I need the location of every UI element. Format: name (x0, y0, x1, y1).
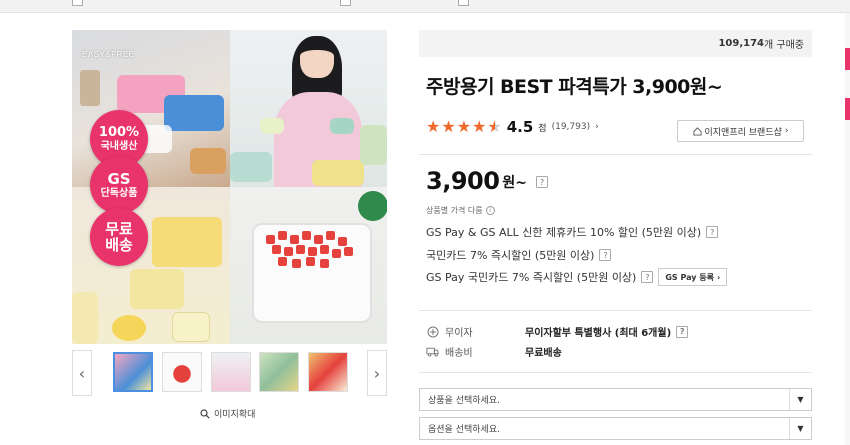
brand-logo-text: EASY&FREE (82, 50, 135, 59)
price-help-icon[interactable]: ? (536, 176, 549, 188)
discount-row: GS Pay 국민카드 7% 즉시할인 (5만원 이상) ? GS Pay 등록… (426, 268, 728, 286)
star-icon: ★ (472, 117, 487, 136)
badge-small-text: 무료 배송 (105, 219, 133, 254)
discount-row: GS Pay & GS ALL 신한 제휴카드 10% 할인 (5만원 이상) … (426, 224, 719, 240)
badge-free-shipping: 무료 배송 (90, 208, 148, 266)
rating-stars: ★ ★ ★ ★ ★ (426, 119, 502, 135)
chevron-right-icon: › (717, 272, 721, 282)
badge-exclusive: GS 단독상품 (90, 156, 148, 214)
shipping-row: 배송비 무료배송 (426, 344, 562, 359)
product-title: 주방용기 BEST 파격특가 3,900원~ (426, 76, 723, 98)
divider (419, 154, 812, 155)
price-row: 3,900 원~ ? (426, 167, 549, 195)
image-quadrant-watermelon (230, 187, 387, 344)
badge-small-text: 국내생산 (100, 140, 138, 152)
rating-row[interactable]: ★ ★ ★ ★ ★ 4.5 점 (19,793) › (426, 118, 599, 136)
chevron-left-icon: ‹ (78, 363, 86, 383)
buyers-suffix: 개 구매중 (764, 40, 804, 51)
price-note-text: 상품별 가격 다름 (426, 206, 483, 215)
checkbox[interactable] (458, 0, 469, 6)
product-select[interactable]: 상품을 선택하세요. ▼ (419, 388, 812, 411)
buyers-bar: 109,174 개 구매중 (419, 30, 812, 57)
zoom-button[interactable]: 이미지확대 (200, 407, 255, 420)
discount-text: GS Pay & GS ALL 신한 제휴카드 10% 할인 (5만원 이상) (426, 226, 702, 239)
discount-text: GS Pay 국민카드 7% 즉시할인 (5만원 이상) (426, 271, 637, 284)
star-icon: ★ (426, 117, 441, 136)
buyers-count: 109,174 (718, 38, 765, 49)
checkbox[interactable] (340, 0, 351, 6)
help-icon[interactable]: ? (706, 226, 719, 238)
review-count[interactable]: (19,793) (552, 122, 591, 132)
chevron-right-icon: › (373, 363, 381, 383)
rating-unit: 점 (538, 123, 547, 134)
caret-down-icon: ▼ (789, 418, 811, 439)
top-strip (0, 0, 850, 13)
help-icon[interactable]: ? (599, 249, 612, 261)
thumbnail-strip: ‹ › (72, 349, 387, 397)
thumbnail-5[interactable] (308, 352, 348, 392)
badge-big-text: GS (107, 170, 131, 189)
gspay-register-label: GS Pay 등록 (665, 272, 714, 282)
product-select-placeholder: 상품을 선택하세요. (428, 396, 500, 406)
option-select[interactable]: 옵션을 선택하세요. ▼ (419, 417, 812, 440)
thumbnail-4[interactable] (259, 352, 299, 392)
home-icon (692, 126, 702, 136)
price-note: 상품별 가격 다름 i (426, 205, 495, 216)
star-icon: ★ (441, 117, 456, 136)
shipping-label: 배송비 (445, 348, 473, 359)
brand-shop-label: 이지앤프리 브랜드샵 (704, 127, 782, 138)
side-accent (845, 48, 850, 70)
rating-score: 4.5 (506, 118, 534, 136)
gspay-register-button[interactable]: GS Pay 등록 › (658, 268, 728, 286)
price-value: 3,900 (426, 167, 500, 195)
plus-circle-icon (426, 325, 439, 338)
image-quadrant-model (230, 30, 387, 187)
installment-value: 무이자할부 특별행사 (최대 6개월) ? (525, 324, 689, 339)
brand-shop-button[interactable]: 이지앤프리 브랜드샵 › (677, 120, 804, 142)
info-icon[interactable]: i (485, 206, 495, 215)
thumbnail-prev-button[interactable]: ‹ (72, 350, 92, 396)
help-icon[interactable]: ? (676, 325, 689, 338)
caret-down-icon: ▼ (789, 389, 811, 410)
magnifier-icon (200, 408, 210, 419)
thumbnail-2[interactable] (162, 352, 202, 392)
shipping-value: 무료배송 (525, 348, 562, 359)
chevron-right-icon: › (784, 126, 789, 136)
truck-icon (426, 345, 439, 358)
option-select-placeholder: 옵션을 선택하세요. (428, 425, 500, 435)
price-unit: 원~ (502, 175, 528, 191)
star-icon: ★ (456, 117, 472, 136)
badge-big-text: 100% (98, 125, 140, 141)
checkbox[interactable] (72, 0, 83, 6)
half-star-icon: ★ (487, 117, 502, 136)
discount-row: 국민카드 7% 즉시할인 (5만원 이상) ? (426, 247, 612, 263)
main-product-image[interactable]: EASY&FREE 100% 국내생산 GS 단독상품 무료 배송 (72, 30, 387, 344)
installment-row: 무이자 무이자할부 특별행사 (최대 6개월) ? (426, 324, 689, 339)
chevron-right-icon: › (595, 122, 599, 132)
thumbnail-1[interactable] (113, 352, 153, 392)
thumbnail-3[interactable] (211, 352, 251, 392)
zoom-label: 이미지확대 (214, 410, 256, 420)
right-edge (845, 13, 850, 445)
discount-text: 국민카드 7% 즉시할인 (5만원 이상) (426, 249, 595, 262)
image-quadrant-yellow (72, 187, 230, 344)
side-accent (845, 98, 850, 120)
installment-text: 무이자할부 특별행사 (최대 6개월) (525, 328, 672, 339)
divider (419, 310, 812, 311)
divider (419, 372, 812, 373)
installment-label: 무이자 (445, 328, 473, 339)
thumbnail-next-button[interactable]: › (367, 350, 387, 396)
help-icon[interactable]: ? (641, 271, 654, 283)
badge-small-text: 단독상품 (100, 187, 138, 199)
